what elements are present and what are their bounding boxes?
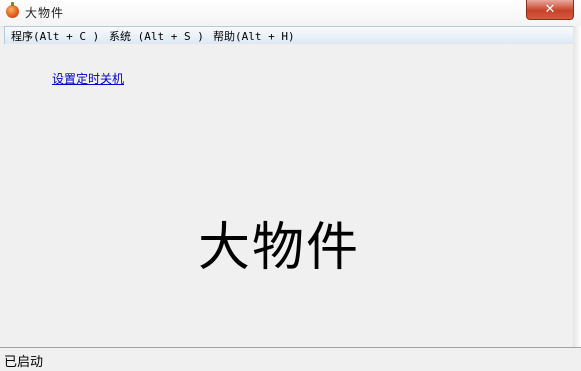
close-icon: ✕	[544, 2, 556, 17]
main-content: 设置定时关机 大物件	[4, 44, 573, 346]
app-window: 大物件 ✕ 程序(Alt + C ) 系统 (Alt + S ) 帮助(Alt …	[0, 0, 581, 371]
set-shutdown-timer-link[interactable]: 设置定时关机	[52, 70, 124, 87]
window-title: 大物件	[25, 6, 65, 20]
menu-bar: 程序(Alt + C ) 系统 (Alt + S ) 帮助(Alt + H)	[4, 26, 575, 45]
window-right-border	[573, 26, 581, 347]
menu-system[interactable]: 系统 (Alt + S )	[109, 28, 204, 44]
menu-program[interactable]: 程序(Alt + C )	[11, 28, 99, 44]
big-title-text: 大物件	[198, 218, 361, 278]
status-text: 已启动	[4, 355, 44, 370]
menu-help[interactable]: 帮助(Alt + H)	[213, 28, 295, 44]
close-button[interactable]: ✕	[526, 0, 574, 20]
pumpkin-icon	[6, 2, 19, 18]
status-bar: 已启动	[0, 347, 581, 371]
title-bar[interactable]: 大物件 ✕	[0, 0, 581, 27]
